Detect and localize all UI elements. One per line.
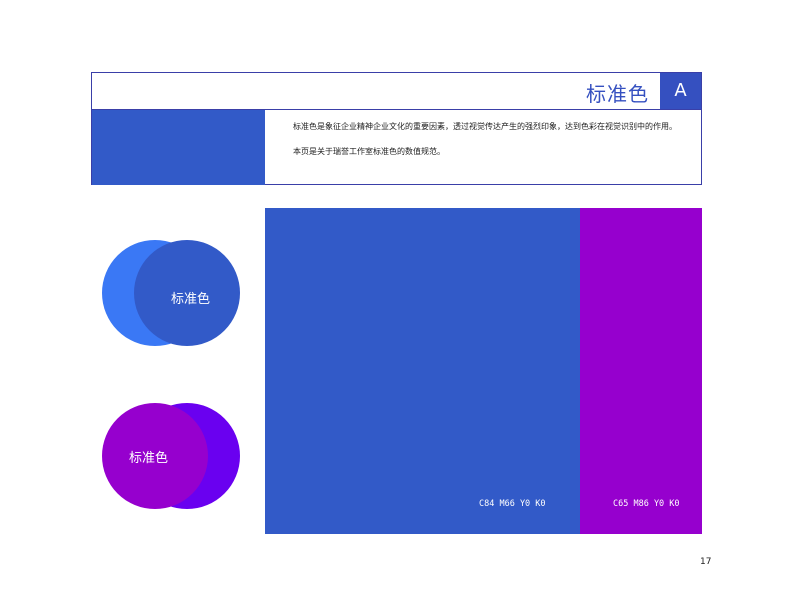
color-code-line: R150 G0 B206 xyxy=(613,535,675,545)
circle-label: 标准色 xyxy=(171,292,211,307)
color-codes-blue: C84 M66 Y0 K0 R50 G90 B200 HTML #325AC8 xyxy=(479,474,546,594)
color-code-line: C84 M66 Y0 K0 xyxy=(479,499,546,509)
circle-label: 标准色 xyxy=(129,451,169,466)
description-paragraph: 标准色是象征企业精神企业文化的重要因素，透过视觉传达产生的强烈印象，达到色彩在视… xyxy=(293,122,677,131)
description: 标准色是象征企业精神企业文化的重要因素，透过视觉传达产生的强烈印象，达到色彩在视… xyxy=(277,121,692,171)
color-code-line: HTML #9600CE xyxy=(613,571,675,581)
title-bar: 标准色 A xyxy=(92,73,701,110)
header-box: 标准色 A 标准色是象征企业精神企业文化的重要因素，透过视觉传达产生的强烈印象，… xyxy=(91,72,702,185)
color-code-line: HTML #325AC8 xyxy=(479,571,541,581)
color-codes-purple: C65 M86 Y0 K0 R150 G0 B206 HTML #9600CE xyxy=(613,474,680,594)
page-title: 标准色 xyxy=(586,82,649,106)
color-code-line: R50 G90 B200 xyxy=(479,535,541,545)
color-block xyxy=(92,110,265,185)
page-number: 17 xyxy=(700,557,712,567)
section-badge: A xyxy=(660,73,701,109)
color-code-line: C65 M86 Y0 K0 xyxy=(613,499,680,509)
description-paragraph: 本页是关于瑞誉工作室标准色的数值规范。 xyxy=(293,147,445,156)
